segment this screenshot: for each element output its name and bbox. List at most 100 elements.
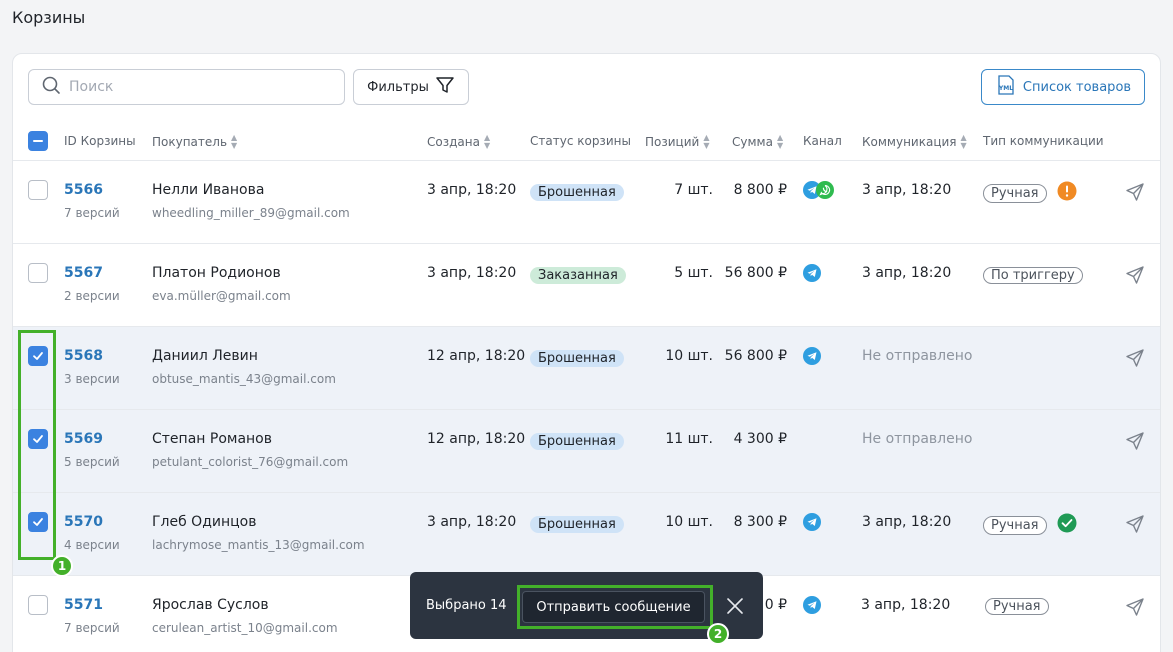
search-box[interactable] xyxy=(28,69,345,105)
table-row[interactable]: 5569 5 версий Степан Романов petulant_co… xyxy=(13,410,1160,493)
created-date: 3 апр, 18:20 xyxy=(427,265,517,281)
header-comm-type: Тип коммуникации xyxy=(983,134,1104,148)
warning-icon xyxy=(1057,181,1077,205)
comm-type: По триггеру xyxy=(983,264,1083,284)
buyer-email: obtuse_mantis_43@gmail.com xyxy=(152,372,336,386)
versions-count: 7 версий xyxy=(64,206,120,220)
highlight-box-checkboxes xyxy=(18,330,56,560)
created-date: 3 апр, 18:20 xyxy=(427,514,517,530)
communication-date: 3 апр, 18:20 xyxy=(862,265,952,281)
header-created[interactable]: Создана ▲ ▼ xyxy=(427,134,490,150)
header-buyer[interactable]: Покупатель ▲ ▼ xyxy=(152,134,237,150)
send-icon[interactable] xyxy=(1125,514,1145,534)
versions-count: 7 версий xyxy=(64,621,120,635)
search-input[interactable] xyxy=(69,79,309,95)
cart-id-link[interactable]: 5567 xyxy=(64,265,103,281)
created-date: 12 апр, 18:20 xyxy=(427,348,526,364)
sort-icon: ▲ ▼ xyxy=(776,133,784,150)
table-row[interactable]: 5568 3 версии Даниил Левин obtuse_mantis… xyxy=(13,327,1160,410)
telegram-icon xyxy=(803,264,821,282)
check-circle-icon xyxy=(1057,513,1077,537)
header-sum[interactable]: Сумма ▲ ▼ xyxy=(732,134,783,150)
cart-id-link[interactable]: 5566 xyxy=(64,182,103,198)
send-icon[interactable] xyxy=(1125,265,1145,285)
send-icon[interactable] xyxy=(1125,348,1145,368)
buyer-name: Нелли Иванова xyxy=(152,182,265,198)
cart-id-link[interactable]: 5568 xyxy=(64,348,103,364)
cart-sum: 4 300 ₽ xyxy=(733,431,787,447)
cart-sum: 56 800 ₽ xyxy=(724,348,787,364)
cart-sum: 8 800 ₽ xyxy=(733,182,787,198)
whatsapp-icon xyxy=(816,181,834,199)
table-row[interactable]: 5570 4 версии Глеб Одинцов lachrymose_ma… xyxy=(13,493,1160,576)
cart-id-link[interactable]: 5570 xyxy=(64,514,103,530)
communication-status: Не отправлено xyxy=(862,431,973,447)
status-badge: Брошенная xyxy=(530,181,624,201)
created-date: 3 апр, 18:20 xyxy=(427,182,517,198)
channel-icons xyxy=(803,347,821,366)
filters-label: Фильтры xyxy=(367,79,429,95)
positions-count: 10 шт. xyxy=(665,514,713,530)
buyer-name: Ярослав Суслов xyxy=(152,597,269,613)
cart-sum: 56 800 ₽ xyxy=(724,265,787,281)
table-header: ID Корзины Покупатель ▲ ▼ Создана ▲ ▼ Статус… xyxy=(13,121,1160,161)
annotation-marker-1: 1 xyxy=(51,555,73,577)
buyer-name: Глеб Одинцов xyxy=(152,514,257,530)
buyer-email: eva.müller@gmail.com xyxy=(152,289,291,303)
table-row[interactable]: 5566 7 версий Нелли Иванова wheedling_mi… xyxy=(13,161,1160,244)
sort-icon: ▲ ▼ xyxy=(231,133,238,150)
send-icon[interactable] xyxy=(1125,431,1145,451)
filters-button[interactable]: Фильтры xyxy=(353,69,469,105)
buyer-name: Даниил Левин xyxy=(152,348,258,364)
send-icon[interactable] xyxy=(1125,182,1145,202)
buyer-email: cerulean_artist_10@gmail.com xyxy=(152,621,338,635)
buyer-name: Степан Романов xyxy=(152,431,272,447)
versions-count: 4 версии xyxy=(64,538,120,552)
highlight-box-send-button xyxy=(517,585,713,629)
select-all-checkbox[interactable] xyxy=(28,131,48,151)
svg-text:YML: YML xyxy=(998,85,1013,92)
telegram-icon xyxy=(803,596,821,614)
status-badge: Брошенная xyxy=(530,347,624,367)
page-title: Корзины xyxy=(12,8,86,27)
search-icon xyxy=(41,75,61,99)
comm-type: Ручная xyxy=(983,181,1077,205)
send-icon[interactable] xyxy=(1125,597,1145,617)
positions-count: 10 шт. xyxy=(665,348,713,364)
communication-status: Не отправлено xyxy=(862,348,973,364)
comm-type: Ручная xyxy=(983,513,1077,537)
status-badge: Брошенная xyxy=(530,513,624,533)
communication-date: 3 апр, 18:20 xyxy=(861,597,951,613)
communication-date: 3 апр, 18:20 xyxy=(862,182,952,198)
yml-file-icon: YML xyxy=(995,74,1017,100)
cart-sum: 8 300 ₽ xyxy=(733,514,787,530)
channel-icons xyxy=(803,264,821,283)
channel-icons xyxy=(803,513,821,532)
status-badge: Заказанная xyxy=(530,264,626,284)
channel-icons xyxy=(803,181,834,200)
status-badge: Брошенная xyxy=(530,430,624,450)
product-list-button[interactable]: YML Список товаров xyxy=(981,69,1145,105)
cart-id-link[interactable]: 5569 xyxy=(64,431,103,447)
created-date: 12 апр, 18:20 xyxy=(427,431,526,447)
sort-icon: ▲ ▼ xyxy=(703,133,710,150)
header-status: Статус корзины xyxy=(530,134,631,148)
row-checkbox[interactable] xyxy=(28,263,48,283)
buyer-email: lachrymose_mantis_13@gmail.com xyxy=(152,538,365,552)
header-communication[interactable]: Коммуникация ▲ ▼ xyxy=(862,134,967,150)
carts-card: Фильтры YML Список товаров ID Корзины По… xyxy=(12,53,1161,652)
row-checkbox[interactable] xyxy=(28,180,48,200)
telegram-icon xyxy=(803,347,821,365)
row-checkbox[interactable] xyxy=(28,595,48,615)
cart-id-link[interactable]: 5571 xyxy=(64,597,103,613)
versions-count: 5 версий xyxy=(64,455,120,469)
table-row[interactable]: 5567 2 версии Платон Родионов eva.müller… xyxy=(13,244,1160,327)
versions-count: 3 версии xyxy=(64,372,120,386)
filter-icon xyxy=(435,75,455,99)
buyer-name: Платон Родионов xyxy=(152,265,281,281)
positions-count: 11 шт. xyxy=(665,431,713,447)
positions-count: 5 шт. xyxy=(674,265,713,281)
buyer-email: wheedling_miller_89@gmail.com xyxy=(152,206,350,220)
header-positions[interactable]: Позиций ▲ ▼ xyxy=(645,134,709,150)
close-icon[interactable] xyxy=(726,597,744,615)
